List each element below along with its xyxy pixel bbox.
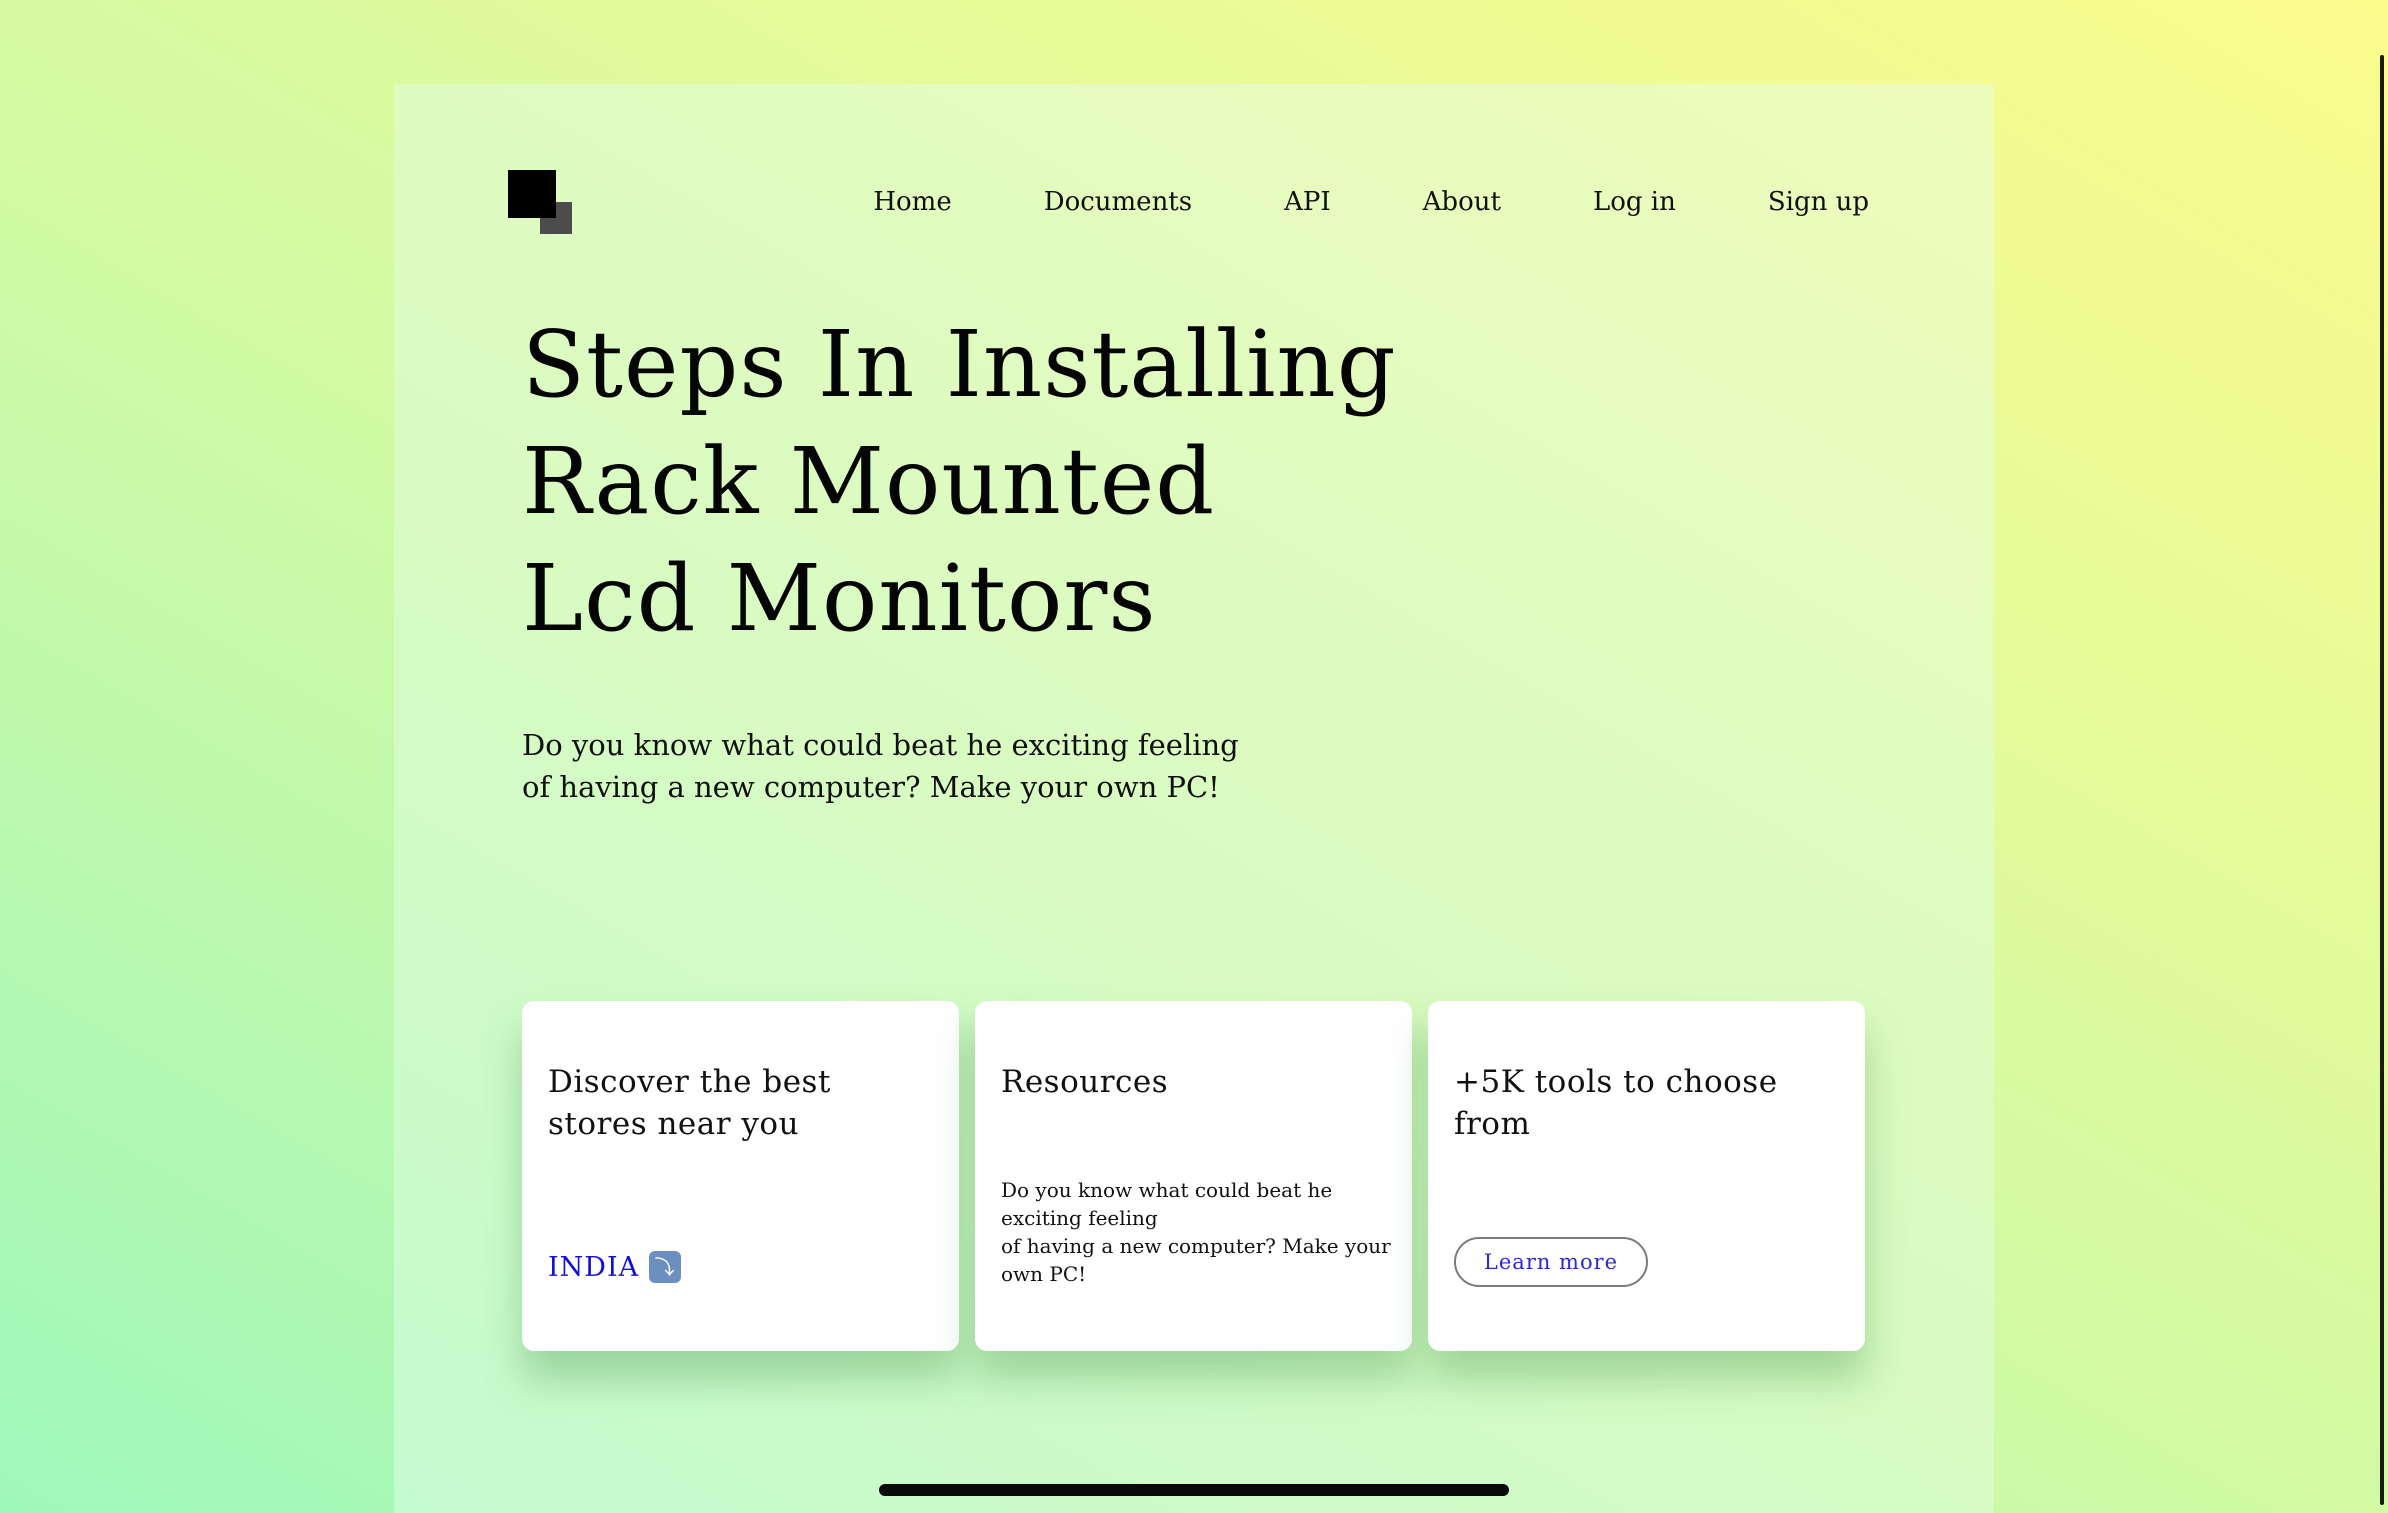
card-tools: +5K tools to choose from Learn more bbox=[1428, 1001, 1865, 1351]
hero-subtitle-line-1: Do you know what could beat he exciting … bbox=[522, 728, 1239, 762]
card-resources-body-line-3: of having a new computer? Make your bbox=[1001, 1234, 1391, 1258]
nav-home[interactable]: Home bbox=[873, 180, 951, 224]
card-resources-body-line-2: exciting feeling bbox=[1001, 1206, 1158, 1230]
learn-more-button[interactable]: Learn more bbox=[1454, 1237, 1648, 1287]
nav-about[interactable]: About bbox=[1423, 180, 1501, 224]
card-resources: Resources Do you know what could beat he… bbox=[975, 1001, 1412, 1351]
card-resources-body-line-1: Do you know what could beat he bbox=[1001, 1178, 1333, 1202]
nav-api[interactable]: API bbox=[1284, 180, 1331, 224]
nav-documents[interactable]: Documents bbox=[1044, 180, 1192, 224]
feature-cards: Discover the best stores near you INDIA … bbox=[522, 1001, 1865, 1351]
logo[interactable] bbox=[508, 170, 574, 236]
page-container: Home Documents API About Log in Sign up … bbox=[394, 84, 1994, 1513]
card-resources-body: Do you know what could beat he exciting … bbox=[1001, 1176, 1391, 1288]
india-link-label: INDIA bbox=[548, 1251, 640, 1283]
logo-front-square bbox=[508, 170, 556, 218]
card-stores-title: Discover the best stores near you bbox=[548, 1064, 831, 1142]
card-tools-title: +5K tools to choose from bbox=[1454, 1064, 1778, 1142]
top-nav: Home Documents API About Log in Sign up bbox=[873, 180, 1869, 224]
card-stores: Discover the best stores near you INDIA … bbox=[522, 1001, 959, 1351]
india-link[interactable]: INDIA ⤵ bbox=[548, 1251, 682, 1283]
nav-login[interactable]: Log in bbox=[1593, 180, 1676, 224]
home-indicator[interactable] bbox=[879, 1484, 1509, 1496]
arrow-down-right-icon: ⤵ bbox=[649, 1251, 682, 1283]
hero-title: Steps In Installing Rack Mounted Lcd Mon… bbox=[522, 311, 1397, 652]
hero-subtitle-line-2: of having a new computer? Make your own … bbox=[522, 770, 1220, 804]
scrollbar[interactable] bbox=[2380, 55, 2384, 1505]
card-resources-body-line-4: own PC! bbox=[1001, 1262, 1087, 1286]
card-resources-title: Resources bbox=[1001, 1064, 1169, 1100]
nav-signup[interactable]: Sign up bbox=[1768, 180, 1869, 224]
hero-subtitle: Do you know what could beat he exciting … bbox=[522, 724, 1242, 808]
